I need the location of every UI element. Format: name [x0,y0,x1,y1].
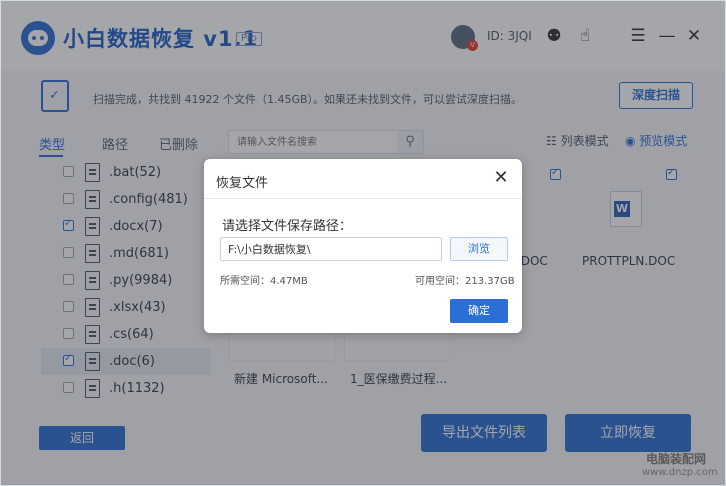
dialog-title: 恢复文件 [216,176,269,191]
watermark-text: 电脑装配网 [646,452,707,466]
dialog-header: 恢复文件 ✕ [204,159,522,199]
browse-button[interactable]: 浏览 [450,237,508,261]
watermark-url: www.dnzp.com [642,467,718,478]
ok-button[interactable]: 确定 [450,299,508,323]
app-window: 小白数据恢复 v1.1 Pro V ID: 3JQI ⚉ ☝ ☰ — ✕ 扫描完… [0,0,726,486]
save-path-input[interactable] [220,237,442,261]
save-path-prompt: 请选择文件保存路径： [222,219,353,234]
available-space: 可用空间：213.37GB [415,276,515,287]
required-space: 所需空间：4.47MB [220,276,308,287]
close-icon[interactable]: ✕ [490,167,512,189]
recover-files-dialog: 恢复文件 ✕ 请选择文件保存路径： 浏览 所需空间：4.47MB 可用空间：21… [204,159,522,333]
